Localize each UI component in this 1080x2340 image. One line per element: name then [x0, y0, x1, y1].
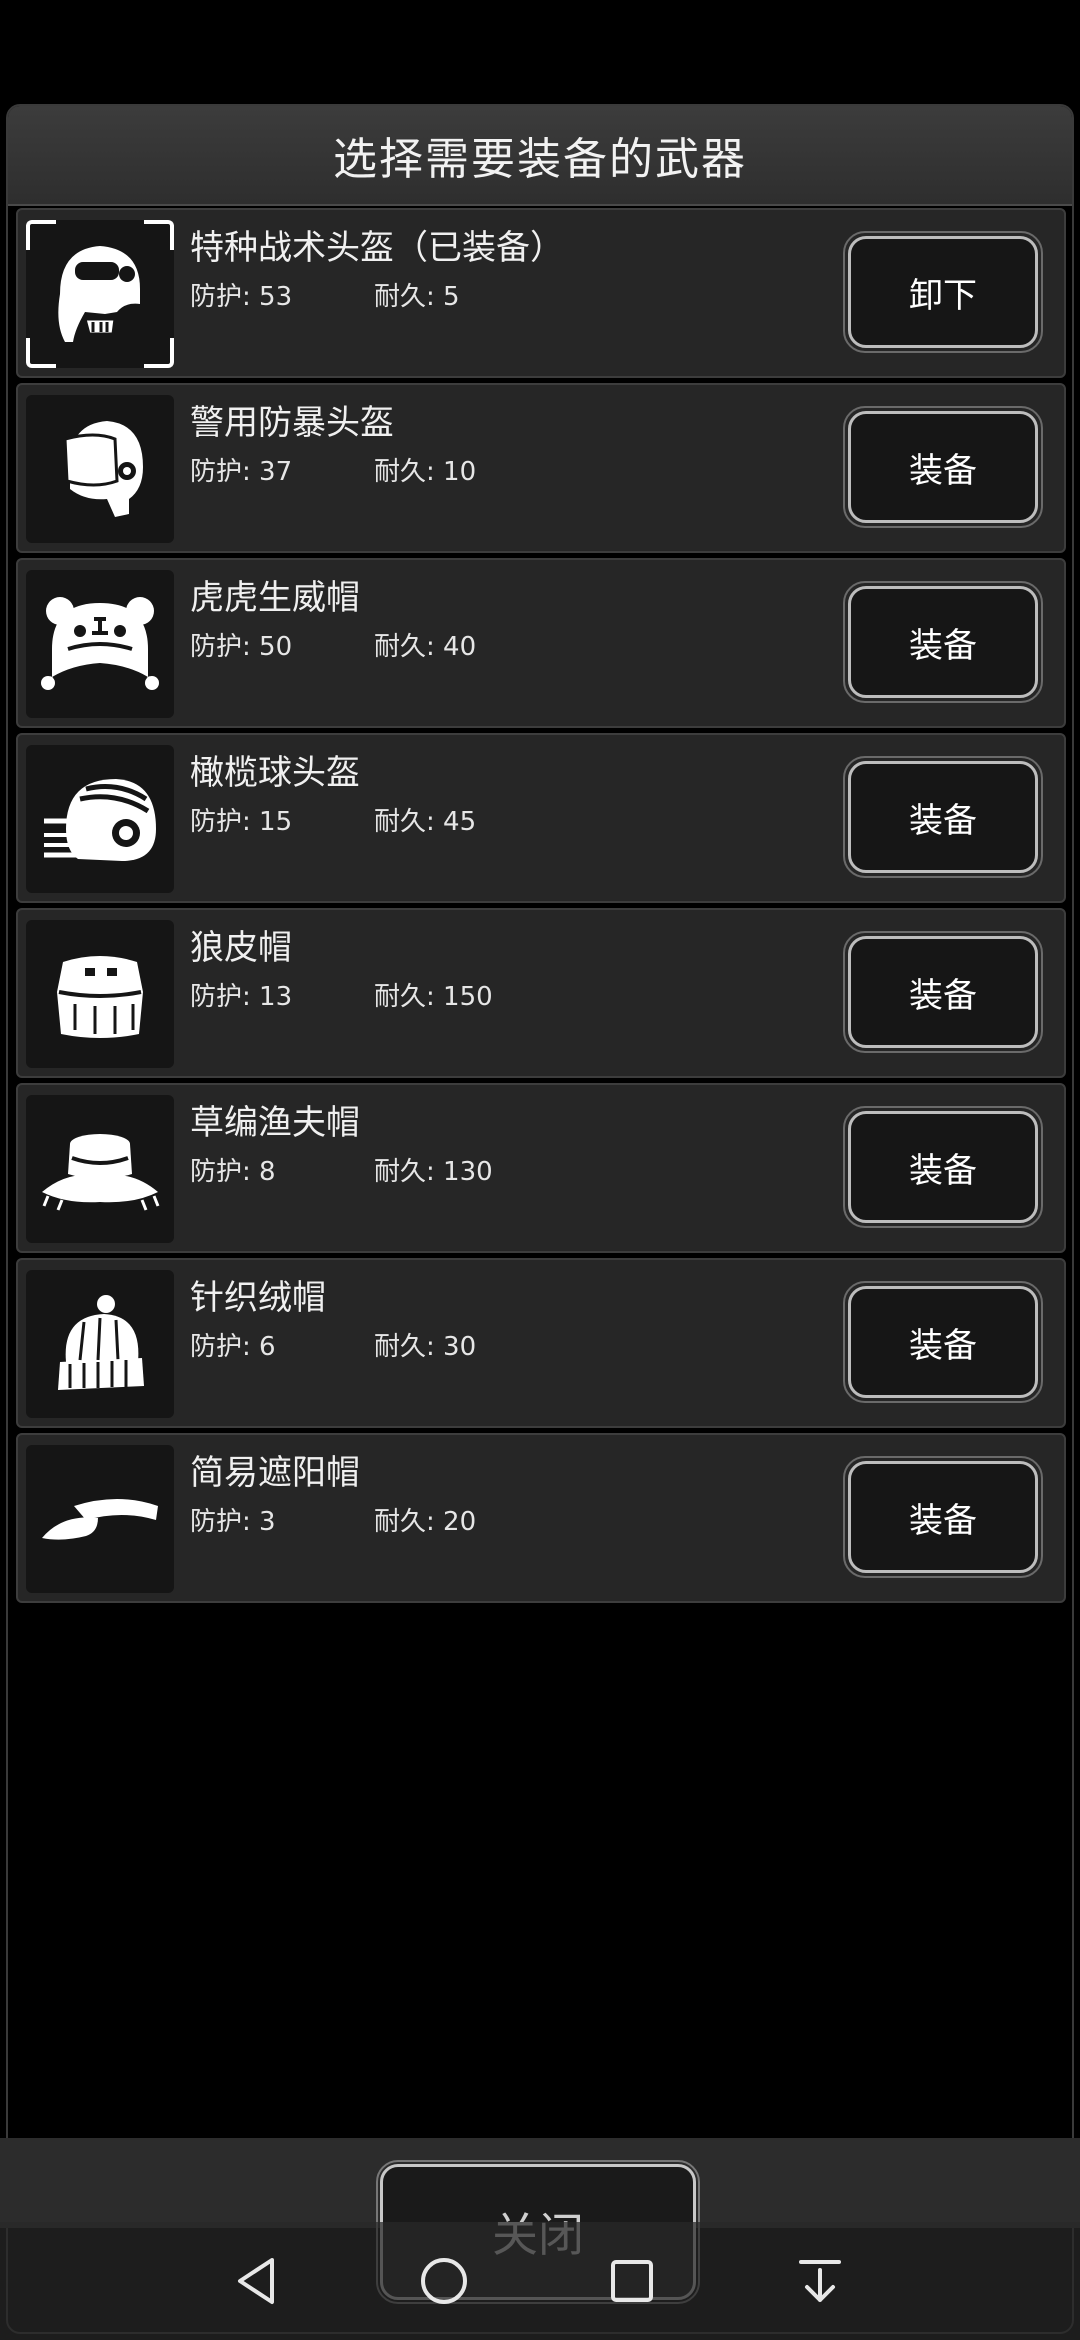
equip-button[interactable]: 装备: [843, 756, 1043, 878]
item-thumbnail[interactable]: [26, 220, 174, 368]
item-name: 简易遮阳帽: [190, 1453, 360, 1493]
item-durability: 耐久: 40: [374, 632, 477, 662]
list-item: 特种战术头盔（已装备） 防护: 53 耐久: 5 卸下: [16, 208, 1066, 378]
equip-button[interactable]: 装备: [843, 406, 1043, 528]
item-defense: 防护: 53: [190, 282, 293, 312]
item-thumbnail[interactable]: [26, 920, 174, 1068]
item-thumbnail[interactable]: [26, 745, 174, 893]
item-durability: 耐久: 20: [374, 1507, 477, 1537]
tiger-hat-icon: [41, 597, 159, 690]
sun-visor-icon: [42, 1499, 158, 1540]
item-thumbnail[interactable]: [26, 1270, 174, 1418]
selection-corner: [26, 220, 56, 250]
item-thumbnail[interactable]: [26, 570, 174, 718]
item-defense: 防护: 3: [190, 1507, 276, 1537]
item-thumbnail[interactable]: [26, 395, 174, 543]
equip-button[interactable]: 装备: [843, 581, 1043, 703]
item-name: 特种战术头盔（已装备）: [190, 228, 564, 268]
selection-corner: [144, 338, 174, 368]
button-label: 装备: [909, 1500, 977, 1541]
item-thumbnail[interactable]: [26, 1445, 174, 1593]
button-label: 装备: [909, 1325, 977, 1366]
equip-button[interactable]: 装备: [843, 931, 1043, 1053]
recents-icon: [611, 2260, 653, 2302]
back-button[interactable]: [196, 2222, 316, 2340]
button-label: 装备: [909, 1150, 977, 1191]
equip-dialog: 选择需要装备的武器 特种战术头盔（已装备） 防护: 53 耐久: 5 卸下 警用…: [6, 104, 1074, 2334]
item-durability: 耐久: 10: [374, 457, 477, 487]
item-durability: 耐久: 30: [374, 1332, 477, 1362]
riot-helmet-icon: [63, 421, 143, 517]
dialog-header: 选择需要装备的武器: [8, 106, 1072, 206]
button-label: 装备: [909, 450, 977, 491]
list-item: 草编渔夫帽 防护: 8 耐久: 130 装备: [16, 1083, 1066, 1253]
list-item: 橄榄球头盔 防护: 15 耐久: 45 装备: [16, 733, 1066, 903]
button-label: 装备: [909, 975, 977, 1016]
equipment-list: 特种战术头盔（已装备） 防护: 53 耐久: 5 卸下 警用防暴头盔 防护: 3…: [16, 208, 1066, 1608]
item-name: 草编渔夫帽: [190, 1103, 360, 1143]
tactical-helmet-icon: [58, 246, 141, 342]
straw-bucket-hat-icon: [42, 1134, 160, 1211]
item-name: 警用防暴头盔: [190, 403, 394, 443]
pull-down-icon: [799, 2260, 841, 2302]
item-defense: 防护: 6: [190, 1332, 276, 1362]
football-helmet-icon: [44, 779, 156, 861]
item-name: 针织绒帽: [190, 1278, 326, 1318]
item-durability: 耐久: 5: [374, 282, 460, 312]
unequip-button[interactable]: 卸下: [843, 231, 1043, 353]
item-durability: 耐久: 130: [374, 1157, 493, 1187]
item-thumbnail[interactable]: [26, 1095, 174, 1243]
item-name: 虎虎生威帽: [190, 578, 360, 618]
list-item: 狼皮帽 防护: 13 耐久: 150 装备: [16, 908, 1066, 1078]
item-defense: 防护: 37: [190, 457, 293, 487]
list-item: 虎虎生威帽 防护: 50 耐久: 40 装备: [16, 558, 1066, 728]
home-icon: [421, 2258, 467, 2304]
item-name: 橄榄球头盔: [190, 753, 360, 793]
dialog-title: 选择需要装备的武器: [333, 134, 747, 185]
selection-corner: [144, 220, 174, 250]
list-item: 简易遮阳帽 防护: 3 耐久: 20 装备: [16, 1433, 1066, 1603]
knit-beanie-icon: [58, 1295, 144, 1390]
system-navigation-bar: [0, 2222, 1080, 2340]
recents-button[interactable]: [572, 2222, 692, 2340]
notification-pull-button[interactable]: [760, 2222, 880, 2340]
item-durability: 耐久: 150: [374, 982, 493, 1012]
button-label: 卸下: [909, 275, 977, 316]
item-name: 狼皮帽: [190, 928, 292, 968]
item-defense: 防护: 13: [190, 982, 293, 1012]
equip-button[interactable]: 装备: [843, 1106, 1043, 1228]
button-label: 装备: [909, 800, 977, 841]
back-icon: [238, 2258, 274, 2304]
list-item: 警用防暴头盔 防护: 37 耐久: 10 装备: [16, 383, 1066, 553]
list-item: 针织绒帽 防护: 6 耐久: 30 装备: [16, 1258, 1066, 1428]
item-durability: 耐久: 45: [374, 807, 477, 837]
item-defense: 防护: 50: [190, 632, 293, 662]
equip-button[interactable]: 装备: [843, 1281, 1043, 1403]
item-defense: 防护: 15: [190, 807, 293, 837]
item-defense: 防护: 8: [190, 1157, 276, 1187]
selection-corner: [26, 338, 56, 368]
button-label: 装备: [909, 625, 977, 666]
fur-hat-icon: [57, 956, 143, 1038]
equip-button[interactable]: 装备: [843, 1456, 1043, 1578]
home-button[interactable]: [384, 2222, 504, 2340]
